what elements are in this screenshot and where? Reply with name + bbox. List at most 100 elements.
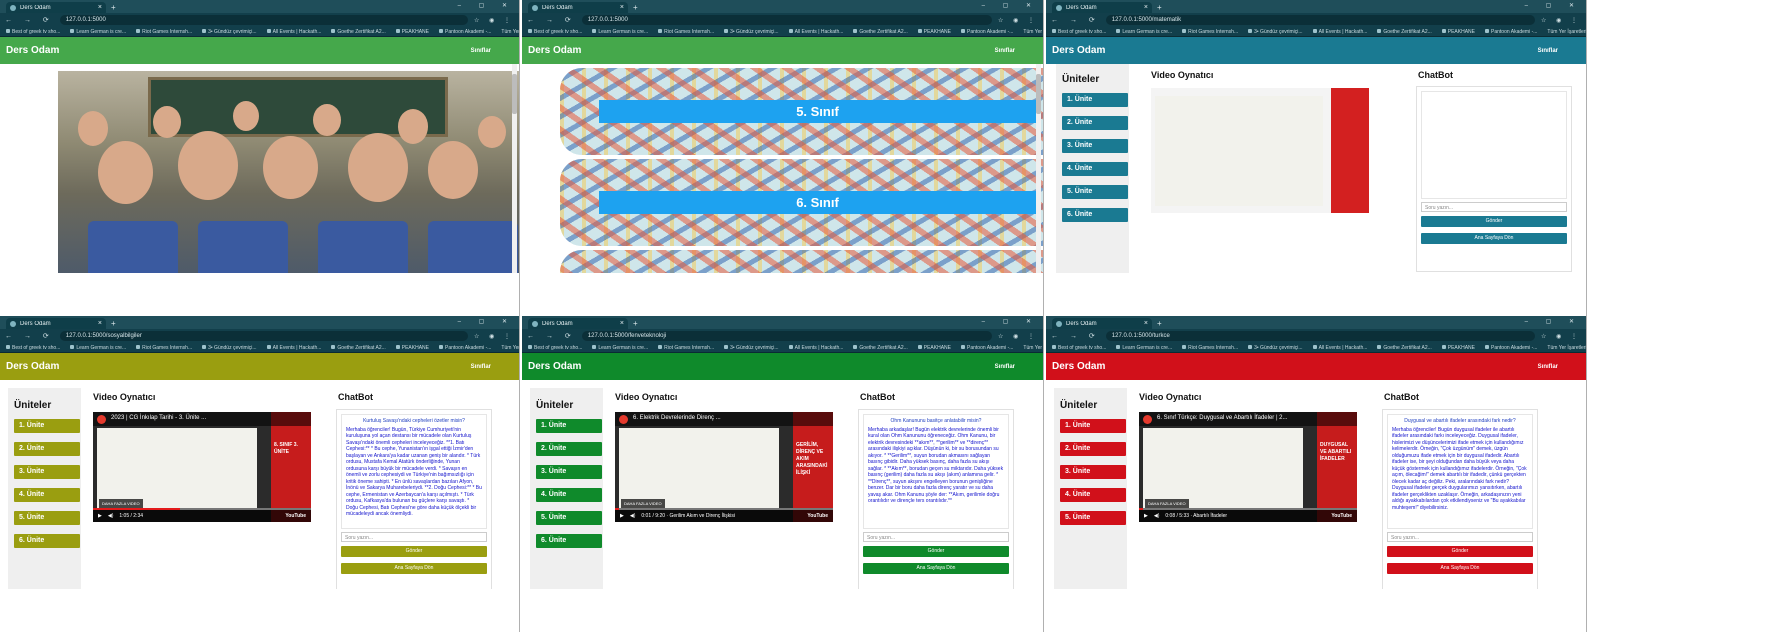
browser-tab[interactable]: Ders Odam ×: [6, 2, 106, 13]
play-icon[interactable]: ▶: [98, 513, 102, 519]
navigation-icons[interactable]: ← → ⟳: [1051, 16, 1100, 24]
unit-button[interactable]: 3. Ünite: [536, 465, 602, 479]
classes-link[interactable]: Sınıflar: [995, 48, 1015, 54]
all-bookmarks[interactable]: Tüm Yer İşaretleri: [501, 29, 519, 35]
navigation-icons[interactable]: ← → ⟳: [1051, 332, 1100, 340]
bookmark-item[interactable]: Goethe Zertifikat A2...: [853, 345, 907, 351]
bookmark-item[interactable]: All Events | Hackath...: [267, 29, 322, 35]
send-button[interactable]: Gönder: [1387, 546, 1533, 557]
window-controls[interactable]: – ▢ ✕: [458, 2, 515, 9]
video-title[interactable]: 2023 | CG İnkılap Tarihi - 3. Ünite ...: [93, 412, 311, 426]
more-videos-button[interactable]: DAHA FAZLA VIDEO: [99, 499, 143, 508]
bookmark-item[interactable]: Riot Games Internsh...: [136, 29, 192, 35]
play-icon[interactable]: ▶: [1144, 513, 1148, 519]
window-controls[interactable]: – ▢ ✕: [982, 318, 1039, 325]
bookmark-item[interactable]: Riot Games Internsh...: [136, 345, 192, 351]
unit-button[interactable]: 1. Ünite: [14, 419, 80, 433]
bookmark-item[interactable]: All Events | Hackath...: [789, 345, 844, 351]
send-button[interactable]: Gönder: [863, 546, 1009, 557]
bookmark-item[interactable]: PEAKHANE: [918, 29, 951, 35]
unit-button[interactable]: 4. Ünite: [536, 488, 602, 502]
bookmark-item[interactable]: All Events | Hackath...: [1313, 345, 1368, 351]
bookmark-item[interactable]: Learn German is cre...: [1116, 345, 1172, 351]
browser-tab[interactable]: Ders Odam ×: [528, 318, 628, 329]
bookmark-item[interactable]: Goethe Zertifikat A2...: [331, 29, 385, 35]
unit-button[interactable]: 4. Ünite: [1062, 162, 1128, 176]
more-videos-button[interactable]: DAHA FAZLA VIDEO: [1145, 499, 1189, 508]
url-input[interactable]: 127.0.0.1:5000: [581, 15, 993, 25]
new-tab-button[interactable]: +: [633, 319, 638, 328]
close-tab-icon[interactable]: ×: [620, 320, 624, 327]
bookmark-item[interactable]: Pantoon Akademi -...: [961, 29, 1013, 35]
bookmark-item[interactable]: Riot Games Internsh...: [658, 29, 714, 35]
all-bookmarks[interactable]: Tüm Yer İşaretleri: [1023, 345, 1043, 351]
classes-link[interactable]: Sınıflar: [471, 364, 491, 370]
youtube-logo-icon[interactable]: YouTube: [807, 513, 828, 519]
channel-avatar-icon[interactable]: [619, 415, 628, 424]
extension-icons[interactable]: ☆ ◉ ⋮: [998, 333, 1038, 340]
window-controls[interactable]: – ▢ ✕: [1525, 318, 1582, 325]
navigation-icons[interactable]: ← → ⟳: [527, 16, 576, 24]
app-title[interactable]: Ders Odam: [1052, 361, 1105, 372]
app-title[interactable]: Ders Odam: [528, 361, 581, 372]
play-icon[interactable]: ▶: [620, 513, 624, 519]
chat-input[interactable]: Soru yazın...: [341, 532, 487, 542]
bookmark-item[interactable]: PEAKHANE: [396, 29, 429, 35]
browser-tab[interactable]: Ders Odam ×: [6, 318, 106, 329]
video-title[interactable]: 6. Sınıf Türkçe: Duygusal ve Abartılı İf…: [1139, 412, 1357, 426]
bookmark-item[interactable]: Best of greek tv sho...: [528, 29, 582, 35]
bookmark-item[interactable]: Pantoon Akademi -...: [439, 345, 491, 351]
url-input[interactable]: 127.0.0.1:5000/turkce: [1105, 331, 1536, 341]
bookmark-item[interactable]: Best of greek tv sho...: [6, 29, 60, 35]
navigation-icons[interactable]: ← → ⟳: [5, 332, 54, 340]
video-player[interactable]: 8. SINIF 3. ÜNİTE 2023 | CG İnkılap Tarih…: [93, 412, 311, 522]
home-button[interactable]: Ana Sayfaya Dön: [1387, 563, 1533, 574]
bookmark-item[interactable]: 3• Gündüz çevrimiçi...: [724, 345, 778, 351]
bookmark-item[interactable]: Goethe Zertifikat A2...: [1377, 29, 1431, 35]
unit-button[interactable]: 5. Ünite: [536, 511, 602, 525]
extension-icons[interactable]: ☆ ◉ ⋮: [474, 17, 514, 24]
url-input[interactable]: 127.0.0.1:5000/sosyalbilgiler: [59, 331, 469, 341]
bookmark-item[interactable]: Pantoon Akademi -...: [439, 29, 491, 35]
close-tab-icon[interactable]: ×: [98, 4, 102, 11]
unit-button[interactable]: 1. Ünite: [536, 419, 602, 433]
window-controls[interactable]: – ▢ ✕: [1525, 2, 1582, 9]
video-player[interactable]: [1151, 88, 1369, 213]
bookmark-item[interactable]: Goethe Zertifikat A2...: [331, 345, 385, 351]
classes-link[interactable]: Sınıflar: [1538, 48, 1558, 54]
all-bookmarks[interactable]: Tüm Yer İşaretleri: [1547, 345, 1586, 351]
unit-button[interactable]: 2. Ünite: [1060, 442, 1126, 456]
classes-link[interactable]: Sınıflar: [471, 48, 491, 54]
bookmark-item[interactable]: All Events | Hackath...: [267, 345, 322, 351]
bookmark-item[interactable]: 3• Gündüz çevrimiçi...: [1248, 29, 1302, 35]
bookmark-item[interactable]: Best of greek tv sho...: [6, 345, 60, 351]
bookmark-item[interactable]: PEAKHANE: [918, 345, 951, 351]
youtube-logo-icon[interactable]: YouTube: [1331, 513, 1352, 519]
bookmark-item[interactable]: Learn German is cre...: [70, 345, 126, 351]
volume-icon[interactable]: ◀): [1154, 513, 1160, 519]
unit-button[interactable]: 5. Ünite: [14, 511, 80, 525]
send-button[interactable]: Gönder: [341, 546, 487, 557]
unit-button[interactable]: 3. Ünite: [14, 465, 80, 479]
unit-button[interactable]: 5. Ünite: [1060, 511, 1126, 525]
window-controls[interactable]: – ▢ ✕: [982, 2, 1039, 9]
bookmark-item[interactable]: Learn German is cre...: [70, 29, 126, 35]
unit-button[interactable]: 2. Ünite: [536, 442, 602, 456]
url-input[interactable]: 127.0.0.1:5000/fenveteknoloji: [581, 331, 993, 341]
bookmark-item[interactable]: Goethe Zertifikat A2...: [853, 29, 907, 35]
class-card-label[interactable]: 6. Sınıf: [599, 191, 1036, 214]
unit-button[interactable]: 6. Ünite: [536, 534, 602, 548]
video-title[interactable]: 6. Elektrik Devrelerinde Direnç ...: [615, 412, 833, 426]
bookmark-item[interactable]: Goethe Zertifikat A2...: [1377, 345, 1431, 351]
classes-link[interactable]: Sınıflar: [995, 364, 1015, 370]
browser-tab[interactable]: Ders Odam ×: [1052, 2, 1152, 13]
extension-icons[interactable]: ☆ ◉ ⋮: [1541, 17, 1581, 24]
youtube-logo-icon[interactable]: YouTube: [285, 513, 306, 519]
home-button[interactable]: Ana Sayfaya Dön: [863, 563, 1009, 574]
bookmark-item[interactable]: 3• Gündüz çevrimiçi...: [1248, 345, 1302, 351]
close-tab-icon[interactable]: ×: [620, 4, 624, 11]
unit-button[interactable]: 5. Ünite: [1062, 185, 1128, 199]
app-title[interactable]: Ders Odam: [528, 45, 581, 56]
bookmark-item[interactable]: Pantoon Akademi -...: [1485, 345, 1537, 351]
unit-button[interactable]: 3. Ünite: [1060, 465, 1126, 479]
